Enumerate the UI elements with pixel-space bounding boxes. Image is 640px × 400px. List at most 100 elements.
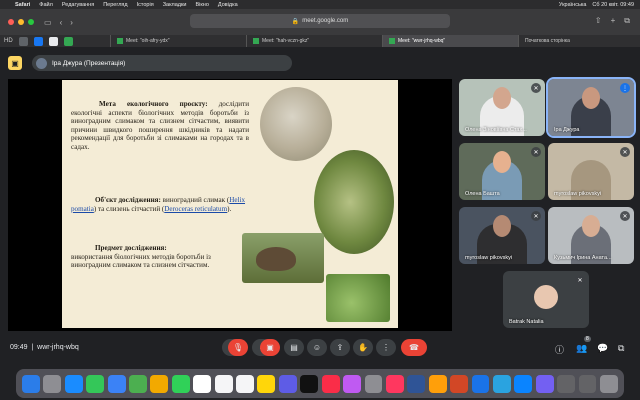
settings-icon[interactable] bbox=[364, 374, 383, 393]
podcasts-icon[interactable] bbox=[343, 374, 361, 393]
viber-icon[interactable] bbox=[535, 374, 554, 393]
participant-face bbox=[582, 87, 600, 109]
downloads-icon[interactable] bbox=[557, 374, 576, 393]
menu-help[interactable]: Довідка bbox=[218, 2, 238, 8]
more-options-button[interactable]: ⋮ bbox=[376, 339, 396, 356]
menu-view[interactable]: Перегляд bbox=[103, 2, 127, 8]
slide-paragraph-goal: Мета екологічного проєкту: дослідити еко… bbox=[71, 100, 249, 152]
window-controls bbox=[8, 19, 34, 25]
word-icon[interactable] bbox=[407, 374, 426, 393]
hedgehog-body bbox=[256, 247, 296, 271]
present-button[interactable]: ⇪ bbox=[330, 339, 350, 356]
folder-icon[interactable] bbox=[578, 374, 597, 393]
participant-tile[interactable]: ✕ myroslaw pikovskyi bbox=[548, 143, 634, 200]
activities-icon[interactable]: ⧉ bbox=[618, 343, 624, 354]
mic-toggle-button[interactable]: 🎙 bbox=[228, 339, 248, 356]
raise-hand-button[interactable]: ✋ bbox=[353, 339, 373, 356]
mic-off-icon: ✕ bbox=[620, 147, 630, 157]
new-tab-icon[interactable]: + bbox=[611, 16, 616, 26]
emoji-button[interactable]: ☺ bbox=[307, 339, 327, 356]
tab-overview-icon[interactable]: ⧉ bbox=[624, 16, 630, 26]
hand-icon: ✋ bbox=[358, 343, 368, 352]
participant-tile[interactable]: ✕ Олена Зіновіївна Стах... bbox=[459, 79, 545, 136]
app-menu[interactable]: Safari bbox=[15, 2, 30, 8]
back-icon[interactable]: ‹ bbox=[60, 18, 63, 27]
presentation-icon[interactable]: ▣ bbox=[8, 56, 22, 70]
lock-icon: 🔒 bbox=[291, 18, 300, 25]
menu-bookmarks[interactable]: Закладки bbox=[163, 2, 187, 8]
participant-tile[interactable]: ✕ Кузьмич Ірина Аната... bbox=[548, 207, 634, 264]
bluetooth-icon[interactable] bbox=[514, 374, 533, 393]
tab-meet-2[interactable]: Meet: "hah-vczn-gkz" bbox=[246, 35, 382, 47]
trash-icon[interactable] bbox=[599, 374, 618, 393]
menu-history[interactable]: Історія bbox=[137, 2, 154, 8]
facetime-icon[interactable] bbox=[171, 374, 190, 393]
participant-tile[interactable]: ✕ myroslaw pikovskyi bbox=[459, 207, 545, 264]
menu-window[interactable]: Вікно bbox=[196, 2, 209, 8]
bookmark-icon[interactable] bbox=[18, 36, 28, 46]
launchpad-icon[interactable] bbox=[43, 374, 62, 393]
music-icon[interactable] bbox=[321, 374, 340, 393]
messages-icon[interactable] bbox=[86, 374, 105, 393]
camera-toggle-button[interactable]: ▣ bbox=[260, 339, 280, 356]
presenter-label: Іра Джура (Презентація) bbox=[52, 59, 126, 67]
reminders-icon[interactable] bbox=[236, 374, 254, 393]
participant-name: Олена Башта bbox=[465, 191, 500, 197]
deroceras-link[interactable]: Deroceras reticulatum bbox=[164, 205, 227, 213]
object-text-a: виноградний слимак ( bbox=[160, 196, 230, 204]
minimize-window-button[interactable] bbox=[18, 19, 24, 25]
participant-tile[interactable]: ✕ Олена Башта bbox=[459, 143, 545, 200]
toolbar-right: ⇧ + ⧉ bbox=[595, 16, 630, 26]
info-icon[interactable]: ⓘ bbox=[555, 343, 564, 356]
telegram-icon[interactable] bbox=[492, 374, 511, 393]
participant-tile[interactable]: ✕ Batrak Natalia bbox=[503, 271, 589, 328]
share-icon[interactable]: ⇧ bbox=[595, 16, 602, 26]
mail-icon[interactable] bbox=[107, 374, 126, 393]
notes-icon[interactable] bbox=[257, 374, 276, 393]
zoom-icon[interactable] bbox=[471, 374, 490, 393]
calendar-icon[interactable] bbox=[193, 374, 212, 393]
leave-call-button[interactable]: ☎ bbox=[401, 339, 427, 356]
subject-title: Предмет дослідження: bbox=[95, 244, 167, 252]
forward-icon[interactable]: › bbox=[70, 18, 73, 27]
maps-icon[interactable] bbox=[129, 374, 147, 393]
participant-name: Кузьмич Ірина Аната... bbox=[554, 255, 612, 261]
zoom-window-button[interactable] bbox=[28, 19, 34, 25]
subject-body: використання біологічних методів боротьб… bbox=[71, 252, 211, 270]
meet-tab-icon bbox=[253, 38, 259, 44]
bookmark-hd[interactable]: HD bbox=[4, 38, 13, 44]
google-icon[interactable] bbox=[48, 36, 58, 46]
participant-tile-active[interactable]: ⋮ Іра Джура bbox=[546, 77, 636, 138]
hedgehog-image bbox=[242, 233, 324, 283]
tv-icon[interactable] bbox=[300, 374, 319, 393]
close-window-button[interactable] bbox=[8, 19, 14, 25]
presenter-chip[interactable]: Іра Джура (Презентація) bbox=[32, 55, 292, 71]
tab-meet-3[interactable]: Meet: "wwr-jrhq-wbq" bbox=[382, 35, 518, 47]
tab-meet-1[interactable]: Meet: "oih-afry-ydx" bbox=[110, 35, 246, 47]
contacts-icon[interactable] bbox=[214, 374, 233, 393]
keyboard-layout[interactable]: Українська bbox=[559, 2, 587, 8]
snail-plant-image bbox=[326, 274, 390, 322]
object-title: Об'єкт дослідження: bbox=[95, 196, 161, 204]
meet-icon[interactable] bbox=[63, 36, 73, 46]
safari-icon[interactable] bbox=[64, 374, 83, 393]
more-vert-icon: ⋮ bbox=[382, 343, 390, 352]
captions-button[interactable]: ▤ bbox=[284, 339, 304, 356]
menu-file[interactable]: Файл bbox=[39, 2, 53, 8]
tab-label: Meet: "oih-afry-ydx" bbox=[126, 38, 170, 44]
people-icon[interactable]: 👥 bbox=[576, 343, 587, 354]
finder-icon[interactable] bbox=[22, 374, 40, 393]
powerpoint-icon[interactable] bbox=[450, 374, 469, 393]
address-bar[interactable]: 🔒 meet.google.com bbox=[190, 14, 450, 28]
sidebar-icon[interactable]: ▭ bbox=[44, 18, 52, 27]
chat-icon[interactable]: 💬 bbox=[597, 343, 608, 354]
pages-icon[interactable] bbox=[428, 374, 447, 393]
avatar bbox=[534, 285, 558, 309]
photos-icon[interactable] bbox=[150, 374, 169, 393]
clock-datetime[interactable]: Сб 20 квіт. 09:49 bbox=[592, 2, 634, 8]
tab-start-page[interactable]: Початкова сторінка bbox=[518, 35, 640, 47]
menu-edit[interactable]: Редагування bbox=[62, 2, 94, 8]
freeform-icon[interactable] bbox=[278, 374, 297, 393]
app-icon[interactable] bbox=[385, 374, 404, 393]
facebook-icon[interactable] bbox=[33, 36, 43, 46]
